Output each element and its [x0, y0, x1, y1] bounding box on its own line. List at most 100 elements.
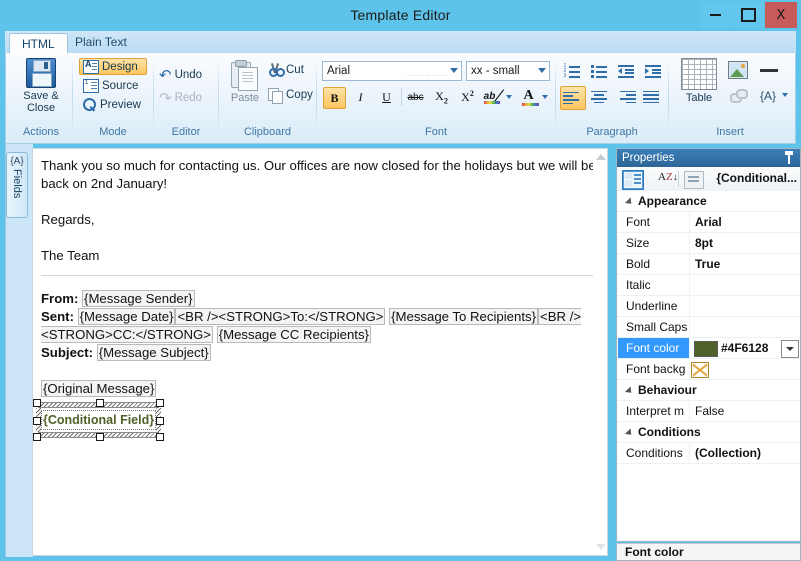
maximize-button[interactable] [732, 2, 764, 28]
scroll-down-icon[interactable] [596, 544, 606, 550]
fields-panel-tab[interactable]: {A} Fields [6, 152, 28, 218]
property-key: Small Caps [618, 317, 690, 337]
property-value[interactable] [691, 275, 800, 295]
numbered-list-button[interactable]: 1 2 3 [560, 60, 584, 82]
insert-field-chevron-down-icon[interactable] [782, 93, 788, 97]
mode-design-button[interactable]: Design [79, 58, 147, 75]
align-left-icon [563, 90, 583, 106]
property-row-font-background[interactable]: Font backg [618, 359, 800, 380]
superscript-button[interactable]: X2 [457, 87, 478, 107]
insert-image-button[interactable] [726, 59, 750, 81]
original-message-merge-field[interactable]: {Original Message} [41, 380, 157, 397]
property-row-underline[interactable]: Underline [618, 296, 800, 317]
property-row-font-color[interactable]: Font color #4F6128 [618, 338, 800, 359]
font-color-dropdown-button[interactable] [781, 340, 799, 358]
resize-handle-nw[interactable] [33, 399, 41, 407]
property-row-interpret-markup[interactable]: Interpret m False [618, 401, 800, 422]
font-color-button[interactable]: A [518, 85, 540, 107]
html-editor-canvas[interactable]: Thank you so much for contacting us. Our… [32, 148, 607, 556]
close-button[interactable]: X [765, 2, 797, 28]
alphabetical-sort-icon[interactable]: AZ↓ [658, 171, 678, 183]
decrease-indent-button[interactable] [614, 60, 638, 82]
categorized-view-icon[interactable] [622, 170, 644, 190]
mode-preview-button[interactable]: Preview [79, 96, 149, 113]
minimize-button[interactable] [699, 2, 731, 28]
insert-horizontal-rule-button[interactable] [756, 59, 782, 81]
resize-handle-se[interactable] [156, 433, 165, 441]
cut-button[interactable]: Cut [268, 63, 304, 77]
insert-field-button[interactable]: {A} [756, 85, 780, 107]
strikethrough-button[interactable]: abc [405, 87, 426, 107]
property-value[interactable] [691, 317, 800, 337]
no-color-icon[interactable] [691, 362, 709, 378]
highlight-color-button[interactable]: ab╱ [482, 85, 503, 107]
property-category-behaviour[interactable]: Behaviour [618, 380, 800, 401]
conditional-field-selection[interactable]: {Conditional Field} [33, 399, 165, 441]
property-pages-icon[interactable] [684, 171, 704, 189]
scroll-up-icon[interactable] [596, 154, 606, 160]
undo-button[interactable]: ↶ Undo [159, 66, 202, 84]
underline-button[interactable]: U [376, 87, 397, 107]
property-value[interactable]: True [691, 254, 800, 274]
to-merge-field[interactable]: {Message To Recipients} [389, 308, 539, 325]
pin-icon[interactable] [783, 151, 795, 165]
email-document[interactable]: Thank you so much for contacting us. Our… [33, 157, 598, 441]
mode-source-button[interactable]: Source [79, 77, 147, 94]
property-category-appearance[interactable]: Appearance [618, 191, 800, 212]
font-color-chevron-down-icon[interactable] [542, 95, 548, 99]
insert-table-button[interactable]: Table [675, 58, 723, 104]
cc-merge-field[interactable]: {Message CC Recipients} [216, 326, 371, 343]
property-value[interactable]: (Collection) [691, 443, 800, 463]
property-value[interactable]: False [691, 401, 800, 421]
align-left-button[interactable] [560, 86, 586, 110]
font-size-combo[interactable]: xx - small [466, 61, 550, 81]
doc-from-line: From: {Message Sender} [41, 290, 598, 308]
align-right-button[interactable] [614, 86, 638, 108]
resize-handle-w[interactable] [33, 417, 41, 425]
sent-merge-field[interactable]: {Message Date} [77, 308, 176, 325]
highlight-color-chevron-down-icon[interactable] [506, 95, 512, 99]
tab-html[interactable]: HTML [9, 33, 68, 55]
resize-handle-n[interactable] [95, 399, 104, 407]
property-row-bold[interactable]: Bold True [618, 254, 800, 275]
subject-merge-field[interactable]: {Message Subject} [96, 344, 211, 361]
property-value[interactable]: 8pt [691, 233, 800, 253]
align-justify-icon [643, 89, 663, 105]
font-color-swatch[interactable] [694, 341, 718, 357]
from-merge-field[interactable]: {Message Sender} [82, 290, 195, 307]
italic-button[interactable]: I [350, 87, 371, 107]
align-center-button[interactable] [587, 86, 611, 108]
property-row-font[interactable]: Font Arial [618, 212, 800, 233]
tab-plain-text[interactable]: Plain Text [63, 31, 139, 53]
bulleted-list-button[interactable] [587, 60, 611, 82]
bold-button[interactable]: B [323, 87, 346, 109]
property-row-conditions[interactable]: Conditions (Collection) [618, 443, 800, 464]
editor-scrollbar[interactable] [593, 148, 608, 556]
property-row-small-caps[interactable]: Small Caps [618, 317, 800, 338]
font-family-combo[interactable]: Arial [322, 61, 462, 81]
font-color-hex-value[interactable]: #4F6128 [721, 338, 768, 358]
conditional-field[interactable]: {Conditional Field} [41, 410, 157, 430]
sent-label: Sent: [41, 309, 74, 324]
copy-button[interactable]: Copy [268, 88, 313, 104]
undo-label: Undo [174, 69, 203, 81]
properties-grid[interactable]: Appearance Font Arial Size 8pt Bold True… [618, 191, 800, 540]
property-category-conditions[interactable]: Conditions [618, 422, 800, 443]
property-value[interactable] [691, 296, 800, 316]
paste-button[interactable]: Paste [222, 60, 268, 104]
property-row-size[interactable]: Size 8pt [618, 233, 800, 254]
group-label-editor: Editor [171, 126, 201, 138]
group-label-actions: Actions [22, 126, 60, 138]
subscript-button[interactable]: X2 [431, 87, 452, 107]
increase-indent-icon [644, 64, 662, 78]
resize-handle-s[interactable] [95, 433, 104, 441]
property-row-italic[interactable]: Italic [618, 275, 800, 296]
increase-indent-button[interactable] [641, 60, 665, 82]
resize-handle-sw[interactable] [33, 433, 41, 441]
save-and-close-button[interactable]: Save & Close [18, 58, 64, 114]
align-justify-button[interactable] [641, 86, 665, 108]
resize-handle-ne[interactable] [156, 399, 165, 407]
property-value[interactable]: Arial [691, 212, 800, 232]
resize-handle-e[interactable] [156, 417, 165, 425]
save-and-close-label-line1: Save & [23, 90, 59, 102]
